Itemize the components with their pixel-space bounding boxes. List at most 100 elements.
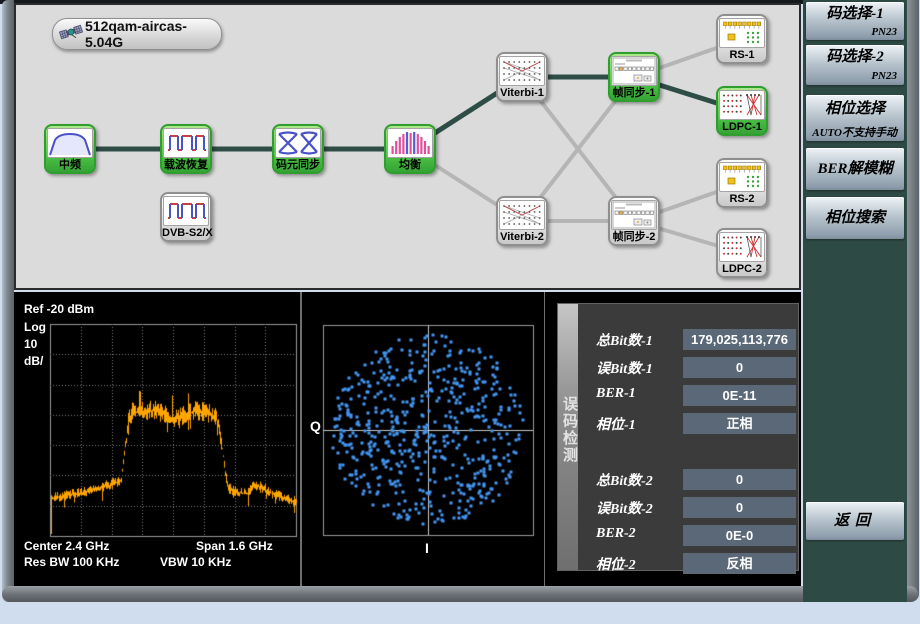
signal-profile-button[interactable]: 512qam-aircas-5.04G bbox=[52, 18, 222, 50]
block-label: 码元同步 bbox=[274, 158, 322, 173]
constellation-i-axis-label: I bbox=[425, 540, 429, 556]
ber-row-ber-1: BER-1 0E-11 bbox=[582, 385, 796, 406]
ber-row-error-bits-2: 误Bit数-2 0 bbox=[582, 497, 796, 518]
block-if[interactable]: 中频 bbox=[44, 124, 96, 174]
block-label: 帧同步-1 bbox=[610, 86, 658, 101]
sidebar-button-back[interactable]: 返回 bbox=[806, 502, 904, 540]
spectrum-icon bbox=[47, 128, 93, 158]
spectrum-scale-value: 10 bbox=[24, 337, 37, 351]
ber-panel-title: 误码检测 bbox=[559, 396, 580, 464]
block-rs-1[interactable]: RS-1 bbox=[716, 14, 768, 64]
frame-left bbox=[2, 0, 14, 602]
block-viterbi-1[interactable]: Viterbi-1 bbox=[496, 52, 548, 102]
sidebar-button-label: BER解模糊 bbox=[806, 148, 904, 190]
block-carrier-recovery[interactable]: 载波恢复 bbox=[160, 124, 212, 174]
ber-row-label: 总Bit数-1 bbox=[596, 330, 653, 350]
constellation-q-axis-label: Q bbox=[310, 418, 321, 434]
spectrum-center-freq: Center 2.4 GHz bbox=[24, 539, 109, 553]
block-frame-sync-1[interactable]: 帧同步-1 bbox=[608, 52, 660, 102]
block-label: RS-1 bbox=[718, 48, 766, 63]
trellis-icon bbox=[499, 56, 545, 86]
ber-row-value: 0 bbox=[683, 469, 796, 490]
ldpc-icon bbox=[719, 232, 765, 262]
satellite-icon bbox=[59, 20, 83, 49]
ber-row-ber-2: BER-2 0E-0 bbox=[582, 525, 796, 546]
sidebar-button-label: 码选择-2 bbox=[806, 45, 904, 70]
ber-row-total-bits-2: 总Bit数-2 0 bbox=[582, 469, 796, 490]
ber-row-value: 0 bbox=[683, 497, 796, 518]
sidebar-button-code-select-1[interactable]: 码选择-1PN23 bbox=[806, 2, 904, 40]
block-label: Viterbi-1 bbox=[498, 86, 546, 101]
spectrum-scale-log: Log bbox=[24, 320, 46, 334]
ldpc-icon bbox=[719, 90, 765, 120]
sidebar-button-sublabel: PN23 bbox=[806, 26, 904, 38]
ber-row-value: 正相 bbox=[683, 413, 796, 434]
frame-right bbox=[906, 0, 919, 602]
ber-row-label: BER-2 bbox=[596, 526, 636, 542]
block-label: 均衡 bbox=[386, 158, 434, 173]
eye-icon bbox=[275, 128, 321, 158]
framesync-icon bbox=[611, 200, 657, 230]
frame-bottom bbox=[2, 586, 918, 602]
spectrum-rbw: Res BW 100 KHz bbox=[24, 555, 119, 569]
ber-row-value: 179,025,113,776 bbox=[683, 329, 796, 350]
sidebar-button-sublabel: PN23 bbox=[806, 70, 904, 82]
block-label: 中频 bbox=[46, 158, 94, 173]
monitor-zone: Ref -20 dBm Log 10 dB/ Center 2.4 GHz Sp… bbox=[14, 292, 801, 586]
block-label: 帧同步-2 bbox=[610, 230, 658, 245]
sidebar-button-ber-deambiguity[interactable]: BER解模糊 bbox=[806, 148, 904, 190]
spectrum-scale-unit: dB/ bbox=[24, 354, 43, 368]
rs-icon bbox=[719, 18, 765, 48]
trellis-icon bbox=[499, 200, 545, 230]
block-label: Viterbi-2 bbox=[498, 230, 546, 245]
rs-icon bbox=[719, 162, 765, 192]
squarewave-icon bbox=[163, 196, 209, 226]
block-frame-sync-2[interactable]: 帧同步-2 bbox=[608, 196, 660, 246]
block-label: DVB-S2/X bbox=[162, 226, 210, 241]
ber-row-label: 误Bit数-2 bbox=[596, 498, 653, 518]
squarewave-icon bbox=[163, 128, 209, 158]
ber-row-label: 相位-1 bbox=[596, 414, 636, 434]
block-ldpc-1[interactable]: LDPC-1 bbox=[716, 86, 768, 136]
ber-row-value: 0E-0 bbox=[683, 525, 796, 546]
block-ldpc-2[interactable]: LDPC-2 bbox=[716, 228, 768, 278]
sidebar-button-code-select-2[interactable]: 码选择-2PN23 bbox=[806, 45, 904, 85]
sidebar-button-phase-select[interactable]: 相位选择AUTO不支持手动 bbox=[806, 95, 904, 141]
block-label: LDPC-2 bbox=[718, 262, 766, 277]
ber-row-phase-1: 相位-1 正相 bbox=[582, 413, 796, 434]
ber-panel-side-strip: 误码检测 bbox=[558, 304, 578, 570]
constellation-display bbox=[302, 292, 544, 586]
sidebar-button-label: 相位搜索 bbox=[806, 197, 904, 239]
ber-row-value: 反相 bbox=[683, 553, 796, 574]
sidebar-button-label: 码选择-1 bbox=[806, 2, 904, 26]
demodulator-app: 512qam-aircas-5.04G 中频 载波恢复 码元同步 DVB-S2/X 均衡… bbox=[0, 0, 920, 624]
block-dvb-s2x[interactable]: DVB-S2/X bbox=[160, 192, 212, 242]
block-label: 载波恢复 bbox=[162, 158, 210, 173]
ber-row-value: 0E-11 bbox=[683, 385, 796, 406]
spectrum-span: Span 1.6 GHz bbox=[196, 539, 273, 553]
sidebar-button-label: 相位选择 bbox=[806, 95, 904, 124]
ber-row-label: BER-1 bbox=[596, 386, 636, 402]
sidebar-button-label: 返回 bbox=[806, 502, 904, 540]
block-symbol-sync[interactable]: 码元同步 bbox=[272, 124, 324, 174]
block-rs-2[interactable]: RS-2 bbox=[716, 158, 768, 208]
ber-row-phase-2: 相位-2 反相 bbox=[582, 553, 796, 574]
ber-panel: 误码检测 总Bit数-1 179,025,113,776 误Bit数-1 0 BER-1… bbox=[557, 303, 799, 571]
signal-chain-panel: 512qam-aircas-5.04G 中频 载波恢复 码元同步 DVB-S2/X 均衡… bbox=[14, 3, 801, 290]
spectrum-ref-level: Ref -20 dBm bbox=[24, 302, 94, 316]
ber-row-value: 0 bbox=[683, 357, 796, 378]
ber-row-total-bits-1: 总Bit数-1 179,025,113,776 bbox=[582, 329, 796, 350]
framesync-icon bbox=[611, 56, 657, 86]
ber-row-error-bits-1: 误Bit数-1 0 bbox=[582, 357, 796, 378]
bars-icon bbox=[387, 128, 433, 158]
signal-profile-label: 512qam-aircas-5.04G bbox=[85, 18, 221, 50]
block-equalizer[interactable]: 均衡 bbox=[384, 124, 436, 174]
ber-row-label: 相位-2 bbox=[596, 554, 636, 574]
sidebar: 码选择-1PN23码选择-2PN23相位选择AUTO不支持手动BER解模糊相位搜… bbox=[803, 0, 907, 602]
spectrum-vbw: VBW 10 KHz bbox=[160, 555, 231, 569]
block-viterbi-2[interactable]: Viterbi-2 bbox=[496, 196, 548, 246]
block-label: LDPC-1 bbox=[718, 120, 766, 135]
ber-row-label: 误Bit数-1 bbox=[596, 358, 653, 378]
sidebar-button-phase-search[interactable]: 相位搜索 bbox=[806, 197, 904, 239]
ber-row-label: 总Bit数-2 bbox=[596, 470, 653, 490]
